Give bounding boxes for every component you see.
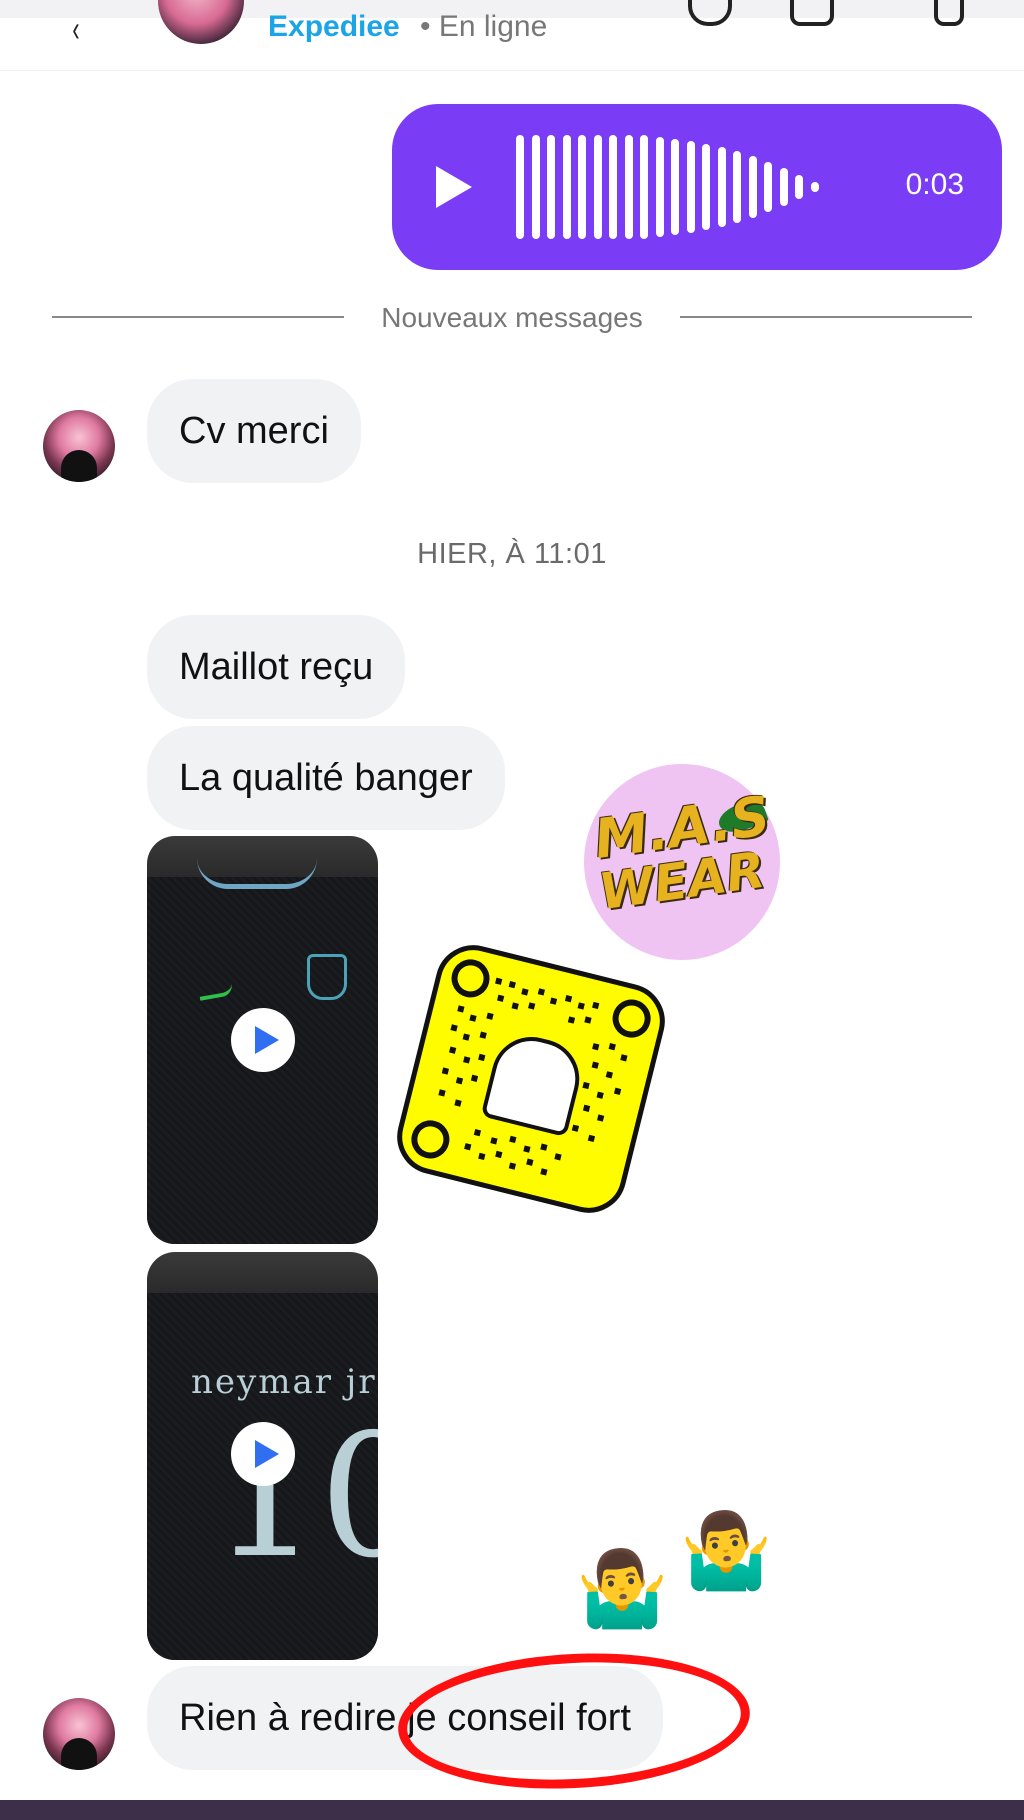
message-bubble[interactable]: Cv merci — [147, 379, 361, 483]
divider-line-right — [680, 316, 972, 318]
chat-header: ‹ Expediee • En ligne — [0, 0, 1024, 71]
jersey-name: neymar jr — [191, 1362, 377, 1402]
bottom-bar — [0, 1800, 1024, 1820]
play-icon[interactable] — [231, 1008, 295, 1072]
crest-icon — [307, 954, 347, 1000]
more-icon[interactable] — [934, 0, 964, 26]
sender-avatar[interactable] — [43, 410, 115, 482]
contact-avatar[interactable] — [158, 0, 244, 44]
new-messages-divider: Nouveaux messages — [52, 300, 972, 336]
voice-duration: 0:03 — [905, 168, 964, 201]
online-status: • En ligne — [420, 10, 548, 43]
shrug-emoji: 🤷‍♂️ — [576, 1547, 669, 1630]
mas-wear-logo: M.A.S WEAR — [584, 764, 780, 960]
contact-name[interactable]: Expediee — [268, 10, 400, 44]
snapcode — [389, 937, 673, 1221]
back-chevron-icon[interactable]: ‹ — [72, 8, 79, 50]
jersey-collar — [197, 858, 317, 889]
message-timestamp: HIER, À 11:01 — [417, 538, 607, 570]
message-bubble[interactable]: La qualité banger — [147, 726, 505, 830]
video-call-icon[interactable] — [790, 0, 834, 26]
message-bubble[interactable]: Maillot reçu — [147, 615, 406, 719]
call-icon[interactable] — [688, 0, 732, 26]
divider-label: Nouveaux messages — [381, 302, 643, 333]
shrug-emoji: 🤷‍♂️ — [680, 1509, 773, 1592]
voice-message[interactable]: 0:03 — [392, 104, 1002, 270]
play-icon[interactable] — [231, 1422, 295, 1486]
play-icon[interactable] — [436, 166, 472, 208]
video-message[interactable]: neymar jr 10 — [147, 1252, 378, 1660]
waveform — [516, 132, 856, 242]
sender-avatar[interactable] — [43, 1698, 115, 1770]
video-message[interactable] — [147, 836, 378, 1244]
